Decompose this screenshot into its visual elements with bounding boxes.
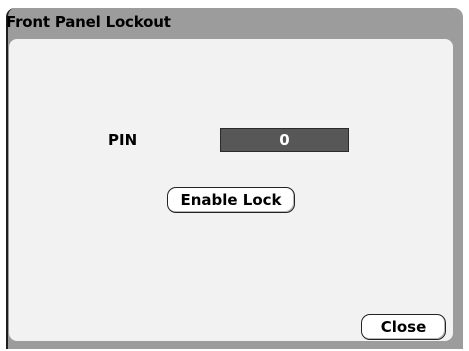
close-button[interactable]: Close <box>361 314 446 340</box>
pin-field[interactable]: 0 <box>220 128 349 152</box>
pin-label: PIN <box>108 131 138 149</box>
dialog-title: Front Panel Lockout <box>6 13 171 31</box>
enable-lock-button[interactable]: Enable Lock <box>167 187 295 213</box>
